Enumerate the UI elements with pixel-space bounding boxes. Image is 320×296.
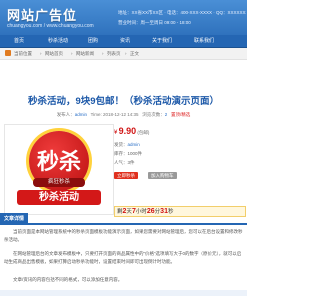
breadcrumb-news[interactable]: 网站新闻 bbox=[76, 51, 94, 57]
breadcrumb-label: 当前位置 bbox=[14, 51, 32, 56]
seller-label: 发货： bbox=[114, 142, 128, 147]
nav-item-groupbuy[interactable]: 团购 bbox=[88, 37, 98, 44]
seller-value[interactable]: admin bbox=[128, 142, 140, 147]
meta-tag[interactable]: 置顶/精选 bbox=[171, 112, 190, 117]
nav-item-about[interactable]: 关于我们 bbox=[152, 37, 172, 44]
price-row: ¥ 9.90 (包邮) bbox=[114, 126, 149, 136]
buy-now-button[interactable]: 立即秒杀 bbox=[114, 172, 138, 179]
price-value: 9.90 bbox=[118, 126, 137, 136]
seller-row: 发货：admin bbox=[114, 142, 140, 148]
nav-item-news[interactable]: 资讯 bbox=[120, 37, 130, 44]
stock-value: 1000件 bbox=[127, 151, 143, 156]
seckill-tagline: 疯狂秒杀 bbox=[33, 178, 85, 187]
price-symbol: ¥ bbox=[114, 130, 118, 136]
add-to-cart-button[interactable]: 加入购物车 bbox=[148, 172, 177, 179]
site-title[interactable]: 网站广告位 bbox=[7, 5, 77, 24]
meta-author-label: 发布人： bbox=[56, 112, 75, 117]
product-image[interactable]: 秒杀 疯狂秒杀 秒杀活动 bbox=[4, 124, 114, 215]
price-note: (包邮) bbox=[137, 130, 150, 135]
section-title: 文章详情 bbox=[0, 213, 29, 224]
article-paragraph: 文章/资讯的内容包括不同的格式，可以添加任意内容。 bbox=[4, 277, 123, 282]
home-icon bbox=[5, 50, 11, 56]
breadcrumb-list[interactable]: 列表页 bbox=[107, 51, 121, 57]
nav-item-contact[interactable]: 联系我们 bbox=[194, 37, 214, 44]
site-url: chuangyou.com / www.chuangyou.com bbox=[7, 23, 94, 29]
price-panel: ¥ 9.90 (包邮) 发货：admin 库存：1000件 人气：3件 立即秒杀… bbox=[114, 124, 246, 217]
seal-text: 秒杀 bbox=[36, 149, 81, 175]
meta-views: 2 bbox=[164, 112, 168, 117]
stock-label: 库存： bbox=[114, 151, 128, 156]
popularity-value: 3件 bbox=[127, 160, 135, 165]
site-header: 网站广告位 chuangyou.com / www.chuangyou.com … bbox=[0, 0, 247, 35]
header-contact-info: 地址：XX省XX市XX区 · 电话：400-XXX-XXXX · QQ：XXXX… bbox=[118, 10, 246, 15]
seckill-ribbon: 秒杀活动 bbox=[17, 190, 101, 205]
nav-item-home[interactable]: 首页 bbox=[14, 37, 24, 44]
main-nav: 首页 秒杀活动 团购 资讯 关于我们 联系我们 bbox=[0, 35, 247, 48]
breadcrumb: 当前位置 › 网站首页 › 网站新闻 › 列表页 › 正文 bbox=[0, 48, 247, 60]
page-title: 秒杀活动，9块9包邮！（秒杀活动演示页面） bbox=[27, 96, 220, 107]
article-meta: 发布人：admin Time: 2018-12-12 14:35 浏览次数：2 … bbox=[0, 112, 247, 118]
article-paragraph: 当前页面是本网站管理系统中的秒杀页面模板功能演示页面，如果您需要对网站管理后，您… bbox=[4, 229, 243, 242]
meta-author[interactable]: admin bbox=[75, 112, 87, 117]
article-paragraph: 在网站管理后台的文章发布模板中，只要打开页面的商品属性中的“价格”选项填写大于0… bbox=[4, 251, 242, 264]
popularity-label: 人气： bbox=[114, 160, 128, 165]
footer-strip bbox=[0, 290, 247, 296]
header-hours-info: 营业时间：周一至周日 09:00 - 18:00 bbox=[118, 20, 191, 25]
stock-row: 库存：1000件 bbox=[114, 151, 142, 157]
meta-views-label: 浏览次数： bbox=[142, 112, 165, 117]
breadcrumb-home[interactable]: 网站首页 bbox=[45, 51, 63, 57]
section-header: 文章详情 bbox=[0, 213, 247, 225]
nav-item-seckill[interactable]: 秒杀活动 bbox=[48, 37, 68, 44]
meta-time: Time: 2018-12-12 14:35 bbox=[90, 112, 139, 117]
breadcrumb-current: 正文 bbox=[130, 51, 139, 56]
popularity-row: 人气：3件 bbox=[114, 160, 135, 166]
